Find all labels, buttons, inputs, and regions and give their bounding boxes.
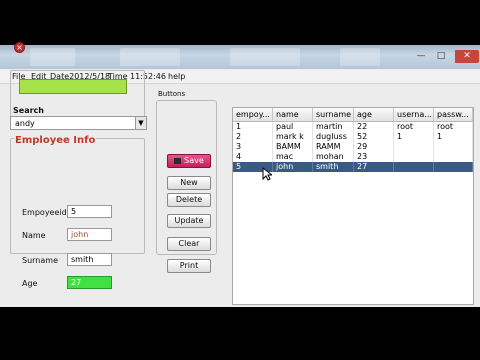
table-cell: paul <box>273 122 313 132</box>
employeeid-label: Empoyeeid <box>22 208 67 217</box>
table-cell <box>394 152 434 162</box>
column-header-employeeid[interactable]: empoy... <box>233 108 273 122</box>
table-cell: RAMM <box>313 142 354 152</box>
table-cell: dugluss <box>313 132 354 142</box>
column-header-surname[interactable]: surname <box>313 108 354 122</box>
table-cell <box>434 162 473 172</box>
table-cell: 27 <box>354 162 394 172</box>
table-cell: 1 <box>394 132 434 142</box>
surname-label: Surname <box>22 256 58 265</box>
age-field[interactable]: 27 <box>67 276 112 289</box>
table-cell: smith <box>313 162 354 172</box>
buttons-panel-title: Buttons <box>158 90 186 98</box>
table-cell: 3 <box>233 142 273 152</box>
table-cell: root <box>434 122 473 132</box>
employeeid-field[interactable]: 5 <box>67 205 112 218</box>
save-button[interactable]: Save <box>167 154 211 168</box>
surname-field[interactable]: smith <box>67 253 112 266</box>
chevron-down-icon[interactable]: ▼ <box>135 117 146 129</box>
minimize-icon[interactable]: — <box>412 50 430 63</box>
print-button[interactable]: Print <box>167 259 211 273</box>
employee-combobox[interactable]: andy ▼ <box>10 116 147 130</box>
employee-table[interactable]: empoy... name surname age userna... pass… <box>232 107 474 305</box>
table-cell: mark k <box>273 132 313 142</box>
table-cell: 23 <box>354 152 394 162</box>
table-cell: john <box>273 162 313 172</box>
table-row[interactable]: 2 mark k dugluss 52 1 1 <box>233 132 473 142</box>
maximize-icon[interactable]: □ <box>432 50 450 63</box>
table-cell: root <box>394 122 434 132</box>
table-cell <box>394 142 434 152</box>
combobox-value: andy <box>15 119 35 128</box>
table-cell: 22 <box>354 122 394 132</box>
column-header-username[interactable]: userna... <box>394 108 434 122</box>
table-cell <box>434 152 473 162</box>
window-close-icon[interactable]: ✕ <box>455 50 479 63</box>
table-cell: 4 <box>233 152 273 162</box>
floppy-disk-icon <box>174 157 182 164</box>
column-header-name[interactable]: name <box>273 108 313 122</box>
delete-button[interactable]: Delete <box>167 193 211 207</box>
clear-button[interactable]: Clear <box>167 237 211 251</box>
table-cell <box>434 142 473 152</box>
table-row[interactable]: 3 BAMM RAMM 29 <box>233 142 473 152</box>
column-header-password[interactable]: passw... <box>434 108 473 122</box>
table-cell: 52 <box>354 132 394 142</box>
table-cell: 2 <box>233 132 273 142</box>
age-label: Age <box>22 279 38 288</box>
save-button-label: Save <box>184 156 204 165</box>
table-cell: mohan <box>313 152 354 162</box>
table-cell: 1 <box>434 132 473 142</box>
table-cell: BAMM <box>273 142 313 152</box>
name-label: Name <box>22 231 46 240</box>
table-cell: 1 <box>233 122 273 132</box>
table-row[interactable]: 1 paul martin 22 root root <box>233 122 473 132</box>
column-header-age[interactable]: age <box>354 108 394 122</box>
update-button[interactable]: Update <box>167 214 211 228</box>
search-input[interactable] <box>19 79 127 94</box>
table-cell: martin <box>313 122 354 132</box>
table-cell: 29 <box>354 142 394 152</box>
menu-help[interactable]: help <box>168 72 185 81</box>
mouse-pointer-icon <box>262 167 272 181</box>
new-button[interactable]: New <box>167 176 211 190</box>
window-titlebar[interactable]: — □ ✕ <box>0 45 480 69</box>
table-row[interactable]: 4 mac mohan 23 <box>233 152 473 162</box>
employee-info-title: Employee Info <box>14 135 97 146</box>
close-circle-icon[interactable]: × <box>14 42 25 53</box>
search-panel <box>10 70 145 120</box>
name-field[interactable]: john <box>67 228 112 241</box>
table-cell <box>394 162 434 172</box>
table-cell: mac <box>273 152 313 162</box>
